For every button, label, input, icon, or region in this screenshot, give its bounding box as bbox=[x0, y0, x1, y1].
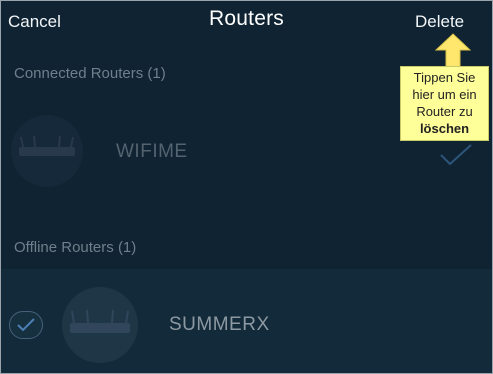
header-bar: Cancel Routers Delete bbox=[1, 1, 492, 45]
delete-button[interactable]: Delete bbox=[415, 12, 464, 32]
connected-routers-heading: Connected Routers (1) bbox=[14, 65, 166, 82]
router-icon bbox=[19, 135, 75, 156]
router-name: SUMMERX bbox=[169, 314, 270, 335]
callout-line: hier um ein bbox=[412, 87, 477, 102]
callout-line: Tippen Sie bbox=[413, 70, 476, 85]
router-image bbox=[62, 287, 138, 363]
delete-hint-callout: Tippen Sie hier um ein Router zu löschen bbox=[400, 66, 489, 141]
offline-routers-heading: Offline Routers (1) bbox=[14, 239, 137, 256]
callout-line: löschen bbox=[419, 121, 470, 136]
routers-screen: Cancel Routers Delete Connected Routers … bbox=[0, 0, 493, 374]
callout-line: Router zu bbox=[416, 104, 473, 119]
router-row-summerx[interactable]: SUMMERX bbox=[1, 269, 492, 373]
router-image bbox=[11, 115, 83, 187]
router-name: WIFIME bbox=[116, 141, 188, 162]
checkmark-icon[interactable] bbox=[439, 143, 473, 167]
select-toggle[interactable] bbox=[9, 311, 43, 339]
checkmark-icon bbox=[17, 318, 35, 332]
router-icon bbox=[70, 309, 130, 333]
arrow-up-icon bbox=[435, 33, 471, 69]
